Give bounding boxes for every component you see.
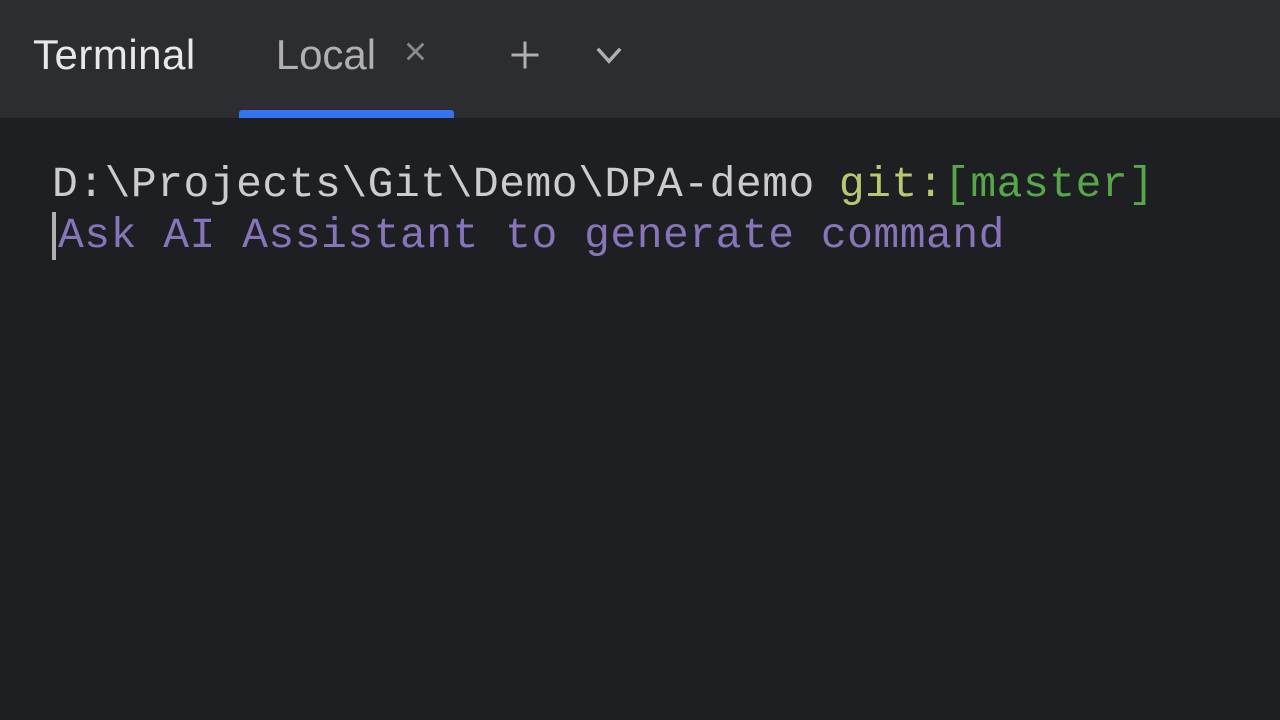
chevron-down-icon <box>593 45 625 65</box>
git-label: git: <box>839 160 944 211</box>
branch-bracket-close: ] <box>1128 160 1154 211</box>
new-tab-button[interactable] <box>507 37 543 73</box>
current-path: D:\Projects\Git\Demo\DPA-demo <box>52 160 815 211</box>
terminal-title: Terminal <box>33 31 196 79</box>
tab-local[interactable]: Local <box>264 0 449 118</box>
text-cursor <box>52 212 56 260</box>
tab-container: Local <box>264 0 625 118</box>
terminal-header: Terminal Local <box>0 0 1280 118</box>
active-tab-indicator <box>239 110 454 118</box>
terminal-options-button[interactable] <box>593 45 625 65</box>
command-input-line[interactable]: Ask AI Assistant to generate command <box>52 211 1280 262</box>
plus-icon <box>507 37 543 73</box>
tab-label: Local <box>276 31 376 79</box>
terminal-body[interactable]: D:\Projects\Git\Demo\DPA-demo git: [ mas… <box>0 118 1280 261</box>
ai-assistant-placeholder: Ask AI Assistant to generate command <box>58 211 1005 262</box>
prompt-line: D:\Projects\Git\Demo\DPA-demo git: [ mas… <box>52 160 1280 211</box>
branch-bracket-open: [ <box>944 160 970 211</box>
git-branch: master <box>970 160 1128 211</box>
close-tab-button[interactable] <box>402 38 429 65</box>
close-icon <box>402 38 429 65</box>
